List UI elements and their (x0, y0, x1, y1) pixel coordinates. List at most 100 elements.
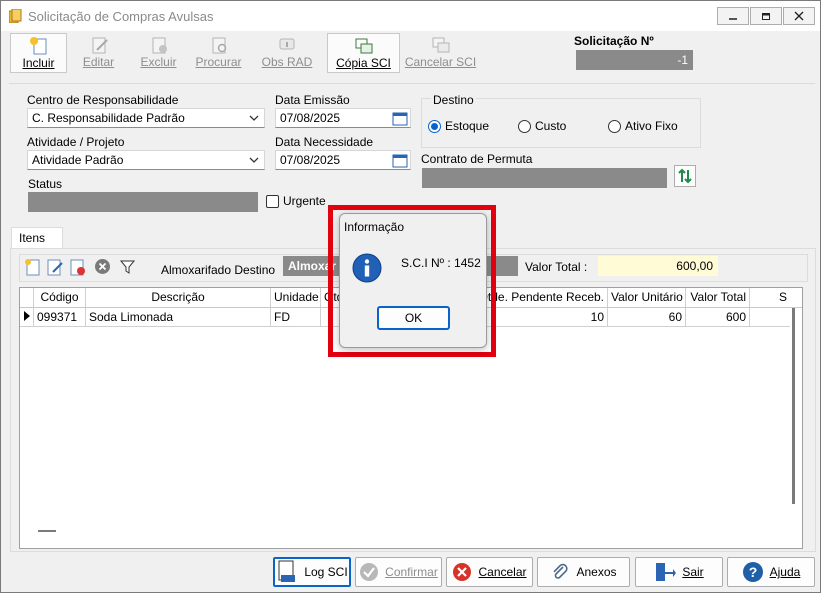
confirmar-button[interactable]: Confirmar (355, 557, 442, 587)
close-icon (794, 11, 804, 21)
paperclip-icon (553, 563, 569, 579)
copia-sci-button[interactable]: Cópia SCI (327, 33, 400, 73)
cell-valor-total[interactable]: 600 (686, 308, 750, 327)
calendar-icon[interactable] (392, 153, 408, 168)
solicitacao-number-field: -1 (576, 50, 693, 70)
cancelar-label: Cancelar (478, 565, 527, 579)
procurar-button[interactable]: Procurar (191, 33, 246, 73)
log-document-icon (278, 560, 296, 582)
centro-label: Centro de Responsabilidade (27, 93, 179, 107)
cell-valor-unitario[interactable]: 60 (608, 308, 686, 327)
cell-unidade[interactable]: FD (271, 308, 321, 327)
editar-label: Editar (82, 55, 115, 69)
contrato-field (422, 168, 667, 188)
anexos-button[interactable]: Anexos (537, 557, 630, 587)
data-emissao-field[interactable]: 07/08/2025 (275, 108, 411, 128)
tab-itens-label: Itens (19, 231, 46, 245)
col-header-codigo[interactable]: Código (34, 288, 86, 307)
col-header-s[interactable]: S (750, 288, 790, 307)
data-necessidade-field[interactable]: 07/08/2025 (275, 150, 411, 170)
radio-dot[interactable] (608, 119, 621, 133)
atividade-label: Atividade / Projeto (27, 135, 125, 149)
swap-arrows-icon (678, 168, 692, 184)
chevron-down-icon (249, 157, 259, 163)
ok-button[interactable]: OK (377, 306, 450, 330)
svg-text:?: ? (748, 564, 757, 580)
ajuda-button[interactable]: ? Ajuda (727, 557, 815, 587)
incluir-label: Incluir (22, 56, 55, 70)
procurar-label: Procurar (195, 55, 242, 69)
info-icon (279, 38, 295, 50)
calendar-icon[interactable] (392, 111, 408, 126)
cancel-circle-icon[interactable] (94, 258, 111, 275)
sair-label: Sair (682, 565, 704, 579)
radio-ativo-fixo[interactable]: Ativo Fixo (608, 119, 678, 133)
radio-custo-label: Custo (535, 119, 567, 133)
obs-rad-button[interactable]: Obs RAD (251, 33, 323, 73)
log-sci-button[interactable]: Log SCI (273, 557, 351, 587)
help-icon: ? (742, 562, 763, 582)
window-title: Solicitação de Compras Avulsas (28, 9, 214, 24)
obs-rad-label: Obs RAD (261, 55, 313, 69)
dialog-title: Informação (344, 220, 405, 234)
solicitacao-label: Solicitação Nº (574, 34, 654, 48)
status-label: Status (28, 177, 63, 191)
minimize-button[interactable] (717, 7, 749, 25)
atividade-select[interactable]: Atividade Padrão (27, 150, 265, 170)
edit-item-icon[interactable] (45, 257, 65, 277)
urgente-box[interactable] (266, 194, 279, 208)
header-indicator (20, 288, 34, 307)
excluir-button[interactable]: Excluir (131, 33, 186, 73)
copy-icon (355, 38, 372, 54)
excluir-label: Excluir (140, 55, 177, 69)
dialog-message: S.C.I Nº : 1452 (401, 256, 481, 270)
col-header-unidade[interactable]: Unidade (271, 288, 321, 307)
radio-ativo-fixo-label: Ativo Fixo (625, 119, 678, 133)
swap-button[interactable] (674, 165, 696, 187)
add-item-icon[interactable] (23, 257, 43, 277)
cancelar-sci-button[interactable]: Cancelar SCI (404, 33, 477, 73)
urgente-checkbox[interactable]: Urgente (266, 194, 326, 208)
data-emissao-value: 07/08/2025 (280, 111, 341, 125)
radio-estoque[interactable]: Estoque (428, 119, 489, 133)
valor-total-field: 600,00 (598, 256, 718, 276)
radio-dot-selected[interactable] (428, 119, 441, 133)
cancelar-sci-label: Cancelar SCI (404, 55, 477, 69)
incluir-button[interactable]: Incluir (10, 33, 67, 73)
separator (9, 83, 815, 84)
copia-sci-label: Cópia SCI (336, 56, 391, 70)
radio-custo[interactable]: Custo (518, 119, 566, 133)
destino-label: Destino (431, 93, 476, 107)
almox-label: Almoxarifado Destino (161, 263, 276, 277)
vertical-scrollbar[interactable] (792, 308, 795, 504)
col-header-valor-total[interactable]: Valor Total (686, 288, 750, 307)
sair-button[interactable]: Sair (635, 557, 723, 587)
confirmar-label: Confirmar (385, 565, 438, 579)
edit-document-icon (92, 37, 108, 54)
editar-button[interactable]: Editar (71, 33, 126, 73)
valor-total-label: Valor Total : (525, 260, 588, 274)
centro-select[interactable]: C. Responsabilidade Padrão (27, 108, 265, 128)
close-window-button[interactable] (783, 7, 815, 25)
radio-dot[interactable] (518, 119, 531, 133)
col-header-descricao[interactable]: Descrição (86, 288, 271, 307)
app-icon (9, 9, 22, 23)
cancel-icon (453, 563, 472, 581)
maximize-button[interactable] (750, 7, 782, 25)
filter-icon[interactable] (119, 258, 136, 275)
data-necessidade-label: Data Necessidade (275, 135, 374, 149)
cancelar-button[interactable]: Cancelar (446, 557, 533, 587)
row-pointer-icon (24, 311, 30, 321)
anexos-label: Anexos (576, 565, 617, 579)
tab-itens[interactable]: Itens (11, 227, 63, 249)
delete-item-icon[interactable] (68, 257, 88, 277)
horizontal-scrollbar[interactable] (38, 530, 56, 532)
exit-door-icon (656, 563, 677, 581)
cell-codigo[interactable]: 099371 (34, 308, 86, 327)
cell-descricao[interactable]: Soda Limonada (86, 308, 271, 327)
urgente-label: Urgente (283, 194, 326, 208)
col-header-valor-unitario[interactable]: Valor Unitário (608, 288, 686, 307)
check-circle-icon (360, 563, 379, 581)
centro-value: C. Responsabilidade Padrão (32, 111, 185, 125)
info-dialog: Informação S.C.I Nº : 1452 OK (339, 213, 487, 348)
